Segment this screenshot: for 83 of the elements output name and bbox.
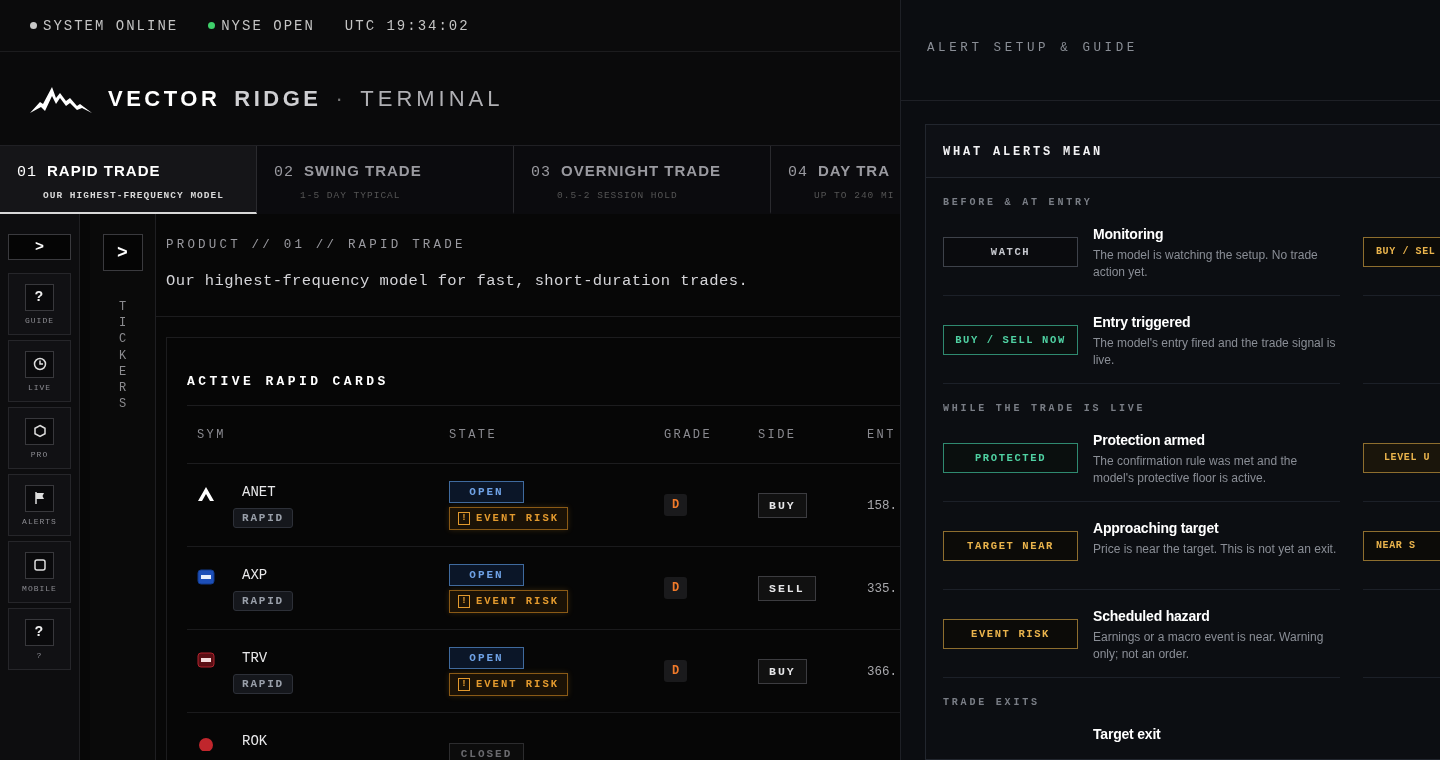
column-header: SIDE	[758, 427, 798, 442]
model-tag: RAPID	[233, 674, 293, 694]
hexagon-icon	[32, 424, 47, 438]
square-icon	[32, 558, 47, 572]
rail-item[interactable]: ? GUIDE	[8, 273, 71, 335]
section-heading: TRADE EXITS	[943, 696, 1041, 708]
alert-description: The model's entry fired and the trade signal is live.	[1093, 335, 1337, 369]
column-header: GRADE	[664, 427, 713, 442]
alert-badge: BUY / SEL	[1363, 237, 1440, 267]
logo-icon	[197, 652, 215, 668]
brand-separator: ·	[335, 85, 347, 112]
product-description: Our highest-frequency model for fast, short-duration trades.	[166, 272, 750, 290]
alert-title: Approaching target	[1093, 520, 1220, 536]
clock-time: UTC 19:34:02	[344, 17, 470, 34]
state-badge: CLOSED	[449, 743, 524, 760]
expand-button[interactable]: >	[102, 234, 143, 271]
grade-badge: D	[664, 494, 688, 516]
side-badge: SELL	[758, 575, 816, 601]
ticker-symbol: TRV	[241, 650, 268, 666]
section-heading: BEFORE & AT ENTRY	[943, 196, 1094, 208]
alert-badge: BUY / SELL NOW	[943, 325, 1078, 355]
alert-description: Earnings or a macro event is near. Warning only; not an order.	[1093, 629, 1325, 663]
alert-title: Entry triggered	[1093, 314, 1192, 330]
event-risk-badge: ! EVENT RISK	[449, 589, 568, 613]
alert-title: Target exit	[1093, 726, 1162, 742]
alert-description: The model is watching the setup. No trade action yet.	[1093, 247, 1319, 281]
logo-icon	[197, 569, 215, 585]
alert-title: Scheduled hazard	[1093, 608, 1211, 624]
section-heading: WHILE THE TRADE IS LIVE	[943, 402, 1147, 414]
alert-title: Protection armed	[1093, 432, 1206, 448]
side-badge: BUY	[758, 658, 807, 684]
alert-badge: PROTECTED	[943, 443, 1078, 473]
event-risk-badge: ! EVENT RISK	[449, 672, 568, 696]
expand-button[interactable]: >	[8, 234, 71, 260]
grade-badge: D	[664, 577, 688, 599]
logo-icon	[197, 735, 215, 751]
product-tab[interactable]: 02 SWING TRADE 1-5 DAY TYPICAL	[257, 146, 514, 214]
flag-icon	[32, 491, 47, 505]
brand-product: TERMINAL	[360, 85, 504, 112]
help-icon: ?	[34, 289, 45, 305]
breadcrumb: PRODUCT // 01 // RAPID TRADE	[166, 238, 467, 252]
help-icon: ?	[34, 624, 45, 640]
chevron-logo-icon	[197, 486, 215, 502]
product-tab[interactable]: 04 DAY TRA UP TO 240 MI	[771, 146, 900, 214]
ticker-symbol: AXP	[241, 567, 268, 583]
alert-title: Monitoring	[1093, 226, 1165, 242]
rail-item[interactable]: ? ?	[8, 608, 71, 670]
entry-price: 366.	[867, 665, 897, 679]
grade-badge: D	[664, 660, 688, 682]
state-badge: OPEN	[449, 646, 524, 669]
side-badge: BUY	[758, 492, 807, 518]
alert-badge: LEVEL U	[1363, 443, 1440, 473]
column-header: ENT	[867, 427, 897, 442]
alert-badge: NEAR S	[1363, 531, 1440, 561]
rail-item[interactable]: PRO	[8, 407, 71, 469]
entry-price: 335.	[867, 582, 897, 596]
alert-badge: WATCH	[943, 237, 1078, 267]
column-header: SYM	[197, 427, 227, 442]
ticker-symbol: ANET	[241, 484, 276, 500]
state-badge: OPEN	[449, 563, 524, 586]
alert-badge: TARGET NEAR	[943, 531, 1078, 561]
ticker-symbol: ROK	[241, 733, 268, 749]
alert-description: The confirmation rule was met and the model's protective floor is active.	[1093, 453, 1299, 487]
drawer-title: ALERT SETUP & GUIDE	[901, 0, 1440, 101]
event-risk-badge: ! EVENT RISK	[449, 506, 568, 530]
state-badge: OPEN	[449, 480, 524, 503]
tickers-label: TICKERS	[117, 299, 128, 413]
alert-badge: EVENT RISK	[943, 619, 1078, 649]
brand-name: RIDGE	[234, 85, 322, 112]
model-tag: RAPID	[233, 508, 293, 528]
entry-price: 158.	[867, 499, 897, 513]
status-label: NYSE OPEN	[221, 17, 315, 34]
rail-item[interactable]: ALERTS	[8, 474, 71, 536]
clock-icon	[32, 357, 47, 371]
column-header: STATE	[449, 427, 498, 442]
model-tag: RAPID	[233, 591, 293, 611]
rail-item[interactable]: MOBILE	[8, 541, 71, 603]
rail-item[interactable]: LIVE	[8, 340, 71, 402]
product-tab[interactable]: 01 RAPID TRADE OUR HIGHEST-FREQUENCY MODEL	[0, 146, 257, 214]
brand-name: VECTOR	[108, 85, 221, 112]
status-label: SYSTEM ONLINE	[43, 17, 179, 34]
alert-description: Price is near the target. This is not yet an exit.	[1093, 541, 1338, 558]
product-tab[interactable]: 03 OVERNIGHT TRADE 0.5-2 SESSION HOLD	[514, 146, 771, 214]
